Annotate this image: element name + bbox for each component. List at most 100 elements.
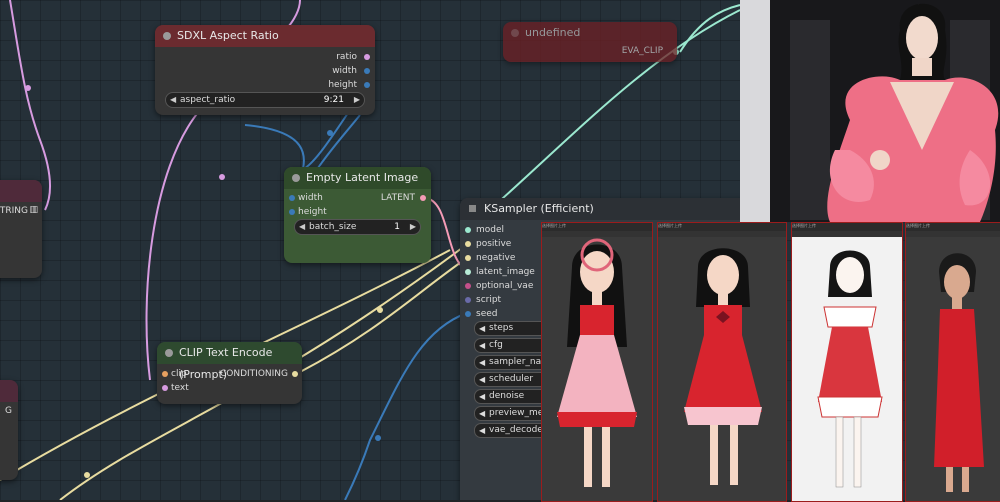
widget-preview-method[interactable]: ◀ preview_method — [474, 406, 542, 421]
widget-label: vae_decode — [489, 425, 541, 435]
node-title-bar[interactable]: undefined — [503, 22, 677, 44]
input-clip-label: clip — [171, 369, 187, 379]
widget-label: cfg — [489, 340, 503, 350]
tile-header-text: 选择图片上传 — [542, 223, 566, 228]
output-conditioning-socket[interactable] — [292, 371, 298, 377]
input-model-socket[interactable] — [465, 227, 471, 233]
widget-sampler-name[interactable]: ◀ sampler_name — [474, 355, 542, 370]
wire-negative — [299, 257, 468, 373]
decrement-arrow-icon[interactable]: ◀ — [170, 93, 176, 107]
output-height-socket[interactable] — [364, 82, 370, 88]
decrement-arrow-icon[interactable]: ◀ — [479, 407, 485, 420]
tile-header: 选择图片上传 — [658, 223, 786, 231]
output-width-label: width — [332, 66, 357, 76]
input-clip-socket[interactable] — [162, 371, 168, 377]
input-latent-socket[interactable] — [465, 269, 471, 275]
node-title: KSampler (Efficient) — [484, 202, 594, 215]
widget-denoise[interactable]: ◀ denoise — [474, 389, 542, 404]
grip-icon: ▥ — [29, 205, 38, 215]
input-script-label: script — [476, 295, 502, 305]
tile-header: 选择图片上传 — [542, 223, 652, 231]
collapse-square-icon[interactable] — [469, 205, 476, 212]
output-label: G — [5, 406, 12, 416]
tile-header-text: 选择图片上传 — [792, 223, 816, 228]
partial-node-title — [0, 380, 18, 402]
input-vae-socket[interactable] — [465, 283, 471, 289]
generated-image-4 — [934, 253, 984, 492]
input-model-label: model — [476, 225, 505, 235]
widget-steps[interactable]: ◀ steps — [474, 321, 542, 336]
input-positive-label: positive — [476, 239, 512, 249]
wire-seed — [344, 312, 468, 500]
widget-label: scheduler — [489, 374, 534, 384]
widget-scheduler[interactable]: ◀ scheduler — [474, 372, 542, 387]
tile-header-text: 选择图片上传 — [658, 223, 682, 228]
input-negative-label: negative — [476, 253, 516, 263]
input-script-socket[interactable] — [465, 297, 471, 303]
widget-cfg[interactable]: ◀ cfg — [474, 338, 542, 353]
partial-node-bottom-left[interactable]: G — [0, 380, 18, 480]
input-negative-socket[interactable] — [465, 255, 471, 261]
generated-image-2 — [684, 248, 762, 485]
wire-reroute-dot — [377, 307, 383, 313]
wire-clip-a — [9, 0, 51, 211]
tile-header: 选择图片上传 — [906, 223, 1000, 231]
input-seed-label: seed — [476, 309, 498, 319]
node-empty-latent-image[interactable]: Empty Latent Image width height LATENT ◀… — [284, 167, 431, 263]
output-conditioning-label: CONDITIONING — [219, 369, 288, 379]
generated-image-3 — [817, 250, 883, 488]
gallery-tile-1[interactable]: 选择图片上传 — [541, 222, 653, 502]
widget-value: 9:21 — [323, 95, 344, 105]
node-title: Empty Latent Image — [306, 171, 419, 184]
input-text-socket[interactable] — [162, 385, 168, 391]
collapse-dot-icon[interactable] — [163, 32, 171, 40]
decrement-arrow-icon[interactable]: ◀ — [479, 339, 485, 352]
input-positive-socket[interactable] — [465, 241, 471, 247]
input-width-label: width — [298, 193, 323, 203]
node-undefined[interactable]: undefined EVA_CLIP — [503, 22, 677, 62]
widget-label: aspect_ratio — [180, 95, 236, 105]
decrement-arrow-icon[interactable]: ◀ — [479, 390, 485, 403]
gallery-tile-3[interactable]: 选择图片上传 — [791, 222, 903, 502]
collapse-dot-icon[interactable] — [292, 174, 300, 182]
node-clip-text-encode[interactable]: CLIP Text Encode (Prompt) clip text COND… — [157, 342, 302, 404]
node-title-bar[interactable]: KSampler (Efficient) — [460, 198, 760, 220]
collapse-dot-icon[interactable] — [165, 349, 173, 357]
node-title-bar[interactable]: SDXL Aspect Ratio — [155, 25, 375, 47]
collapse-dot-icon[interactable] — [511, 29, 519, 37]
increment-arrow-icon[interactable]: ▶ — [410, 220, 416, 234]
aspect-ratio-combo[interactable]: ◀ aspect_ratio 9:21 ▶ — [165, 92, 365, 108]
widget-vae-decode[interactable]: ◀ vae_decode — [474, 423, 542, 438]
increment-arrow-icon[interactable]: ▶ — [354, 93, 360, 107]
widget-label: preview_method — [489, 408, 541, 418]
string-output-label: STRING — [0, 206, 28, 216]
wire-reroute-dot — [219, 174, 225, 180]
partial-node-title — [0, 180, 42, 202]
output-ratio-socket[interactable] — [364, 54, 370, 60]
decrement-arrow-icon[interactable]: ◀ — [299, 220, 305, 234]
decrement-arrow-icon[interactable]: ◀ — [479, 373, 485, 386]
output-latent-socket[interactable] — [420, 195, 426, 201]
gallery-tile-2[interactable]: 选择图片上传 — [657, 222, 787, 502]
input-height-socket[interactable] — [289, 209, 295, 215]
output-ratio-label: ratio — [336, 52, 357, 62]
widget-label: sampler_name — [489, 357, 541, 367]
node-title: SDXL Aspect Ratio — [177, 29, 279, 42]
widget-label: denoise — [489, 391, 525, 401]
node-title-bar[interactable]: Empty Latent Image — [284, 167, 431, 189]
wire-reroute-dot — [84, 472, 90, 478]
decrement-arrow-icon[interactable]: ◀ — [479, 322, 485, 335]
batch-size-widget[interactable]: ◀ batch_size 1 ▶ — [294, 219, 421, 235]
input-height-label: height — [298, 207, 327, 217]
node-title-bar[interactable]: CLIP Text Encode (Prompt) — [157, 342, 302, 381]
decrement-arrow-icon[interactable]: ◀ — [479, 356, 485, 369]
input-width-socket[interactable] — [289, 195, 295, 201]
input-seed-socket[interactable] — [465, 311, 471, 317]
gallery-tile-4[interactable]: 选择图片上传 — [905, 222, 1000, 502]
widget-label: steps — [489, 323, 514, 333]
decrement-arrow-icon[interactable]: ◀ — [479, 424, 485, 437]
widget-label: batch_size — [309, 222, 357, 232]
node-sdxl-aspect-ratio[interactable]: SDXL Aspect Ratio ratio width height ◀ a… — [155, 25, 375, 115]
partial-node-top-left[interactable]: STRING ▥ — [0, 180, 42, 278]
output-width-socket[interactable] — [364, 68, 370, 74]
